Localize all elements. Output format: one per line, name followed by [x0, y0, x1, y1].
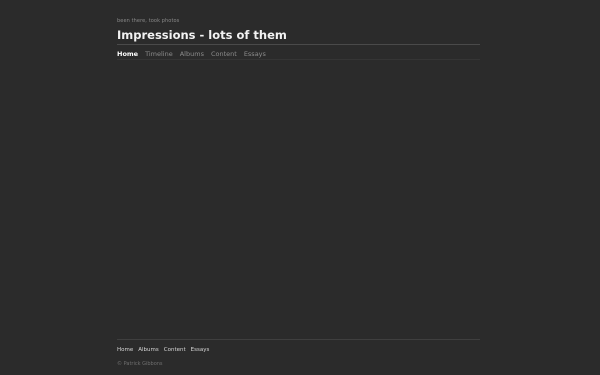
footer-nav: Home Albums Content Essays — [117, 347, 209, 353]
nav-item-content[interactable]: Content — [211, 50, 237, 58]
copyright-text: © Patrick Gibbons — [117, 361, 163, 367]
site-tagline: been there, took photos — [117, 18, 180, 24]
header-divider — [117, 44, 480, 45]
page: been there, took photos Impressions - lo… — [0, 0, 600, 375]
footer-link-home[interactable]: Home — [117, 347, 133, 353]
footer-divider — [117, 339, 480, 340]
footer-link-content[interactable]: Content — [164, 347, 186, 353]
footer-link-essays[interactable]: Essays — [191, 347, 210, 353]
nav-divider — [117, 59, 480, 60]
nav-item-albums[interactable]: Albums — [180, 50, 204, 58]
nav-item-timeline[interactable]: Timeline — [145, 50, 173, 58]
footer-link-albums[interactable]: Albums — [138, 347, 159, 353]
nav-item-essays[interactable]: Essays — [244, 50, 266, 58]
nav-item-home[interactable]: Home — [117, 50, 138, 58]
main-nav: Home Timeline Albums Content Essays — [117, 50, 266, 58]
site-title[interactable]: Impressions - lots of them — [117, 28, 287, 42]
